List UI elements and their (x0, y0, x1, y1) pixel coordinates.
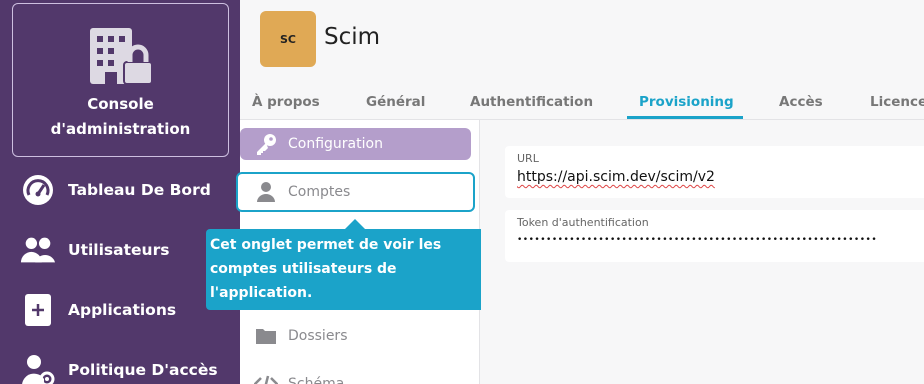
submenu-item-schema[interactable]: Schéma (240, 368, 471, 384)
dashboard-gauge-icon (20, 172, 56, 208)
submenu-item-label: Schéma (288, 376, 345, 384)
submenu-item-label: Configuration (288, 136, 383, 152)
token-value[interactable]: ••••••••••••••••••••••••••••••••••••••••… (517, 235, 923, 245)
code-icon (254, 372, 278, 384)
tooltip-arrow (345, 219, 365, 229)
sidebar: Console d'administration Tableau De Bord… (0, 0, 240, 384)
admin-console-card[interactable]: Console d'administration (12, 3, 229, 157)
user-icon (254, 180, 278, 204)
submenu-item-configuration[interactable]: Configuration (240, 128, 471, 160)
tab-authentification[interactable]: Authentification (470, 94, 593, 110)
url-label: URL (517, 152, 539, 165)
users-icon (20, 232, 56, 268)
provisioning-config-panel: URL https://api.scim.dev/scim/v2 Token d… (481, 120, 924, 384)
sidebar-item-label: Applications (68, 301, 177, 319)
sidebar-item-label: Tableau De Bord (68, 181, 211, 199)
tab-licence[interactable]: Licence (870, 94, 924, 110)
sidebar-item-label: Politique D'accès (68, 361, 218, 379)
sidebar-item-utilisateurs[interactable]: Utilisateurs (0, 225, 240, 275)
sidebar-item-applications[interactable]: Applications (0, 285, 240, 335)
submenu-item-comptes[interactable]: Comptes (236, 172, 475, 212)
submenu-item-label: Comptes (288, 184, 351, 200)
key-icon (254, 132, 278, 156)
token-label: Token d'authentification (517, 216, 649, 229)
tooltip-line3: l'application. (210, 285, 313, 301)
tab-acces[interactable]: Accès (779, 94, 823, 110)
folder-icon (254, 324, 278, 348)
tab-provisioning[interactable]: Provisioning (639, 94, 734, 110)
url-value[interactable]: https://api.scim.dev/scim/v2 (517, 169, 923, 185)
sidebar-item-politique-acces[interactable]: Politique D'accès (0, 345, 240, 384)
tooltip-line2: comptes utilisateurs de (210, 261, 397, 277)
console-title-line1: Console (87, 95, 154, 113)
app-logo: SC (260, 11, 316, 67)
tab-a-propos[interactable]: À propos (252, 94, 320, 110)
user-gear-icon (20, 352, 56, 384)
submenu-item-dossiers[interactable]: Dossiers (240, 320, 471, 352)
app-header: SC Scim À propos Général Authentificatio… (240, 0, 924, 120)
sidebar-item-tableau-de-bord[interactable]: Tableau De Bord (0, 165, 240, 215)
tab-general[interactable]: Général (366, 94, 425, 110)
building-lock-icon (88, 24, 154, 86)
app-name: Scim (324, 24, 381, 50)
console-title-line2: d'administration (50, 120, 191, 138)
tooltip-line1: Cet onglet permet de voir les (210, 237, 442, 253)
applications-plus-icon (20, 292, 56, 328)
sidebar-item-label: Utilisateurs (68, 241, 170, 259)
onboarding-tooltip: Cet onglet permet de voir les comptes ut… (206, 229, 506, 310)
submenu-item-label: Dossiers (288, 328, 348, 344)
url-field[interactable]: URL https://api.scim.dev/scim/v2 (505, 146, 924, 198)
token-field[interactable]: Token d'authentification •••••••••••••••… (505, 210, 924, 262)
console-title: Console d'administration (13, 92, 228, 142)
